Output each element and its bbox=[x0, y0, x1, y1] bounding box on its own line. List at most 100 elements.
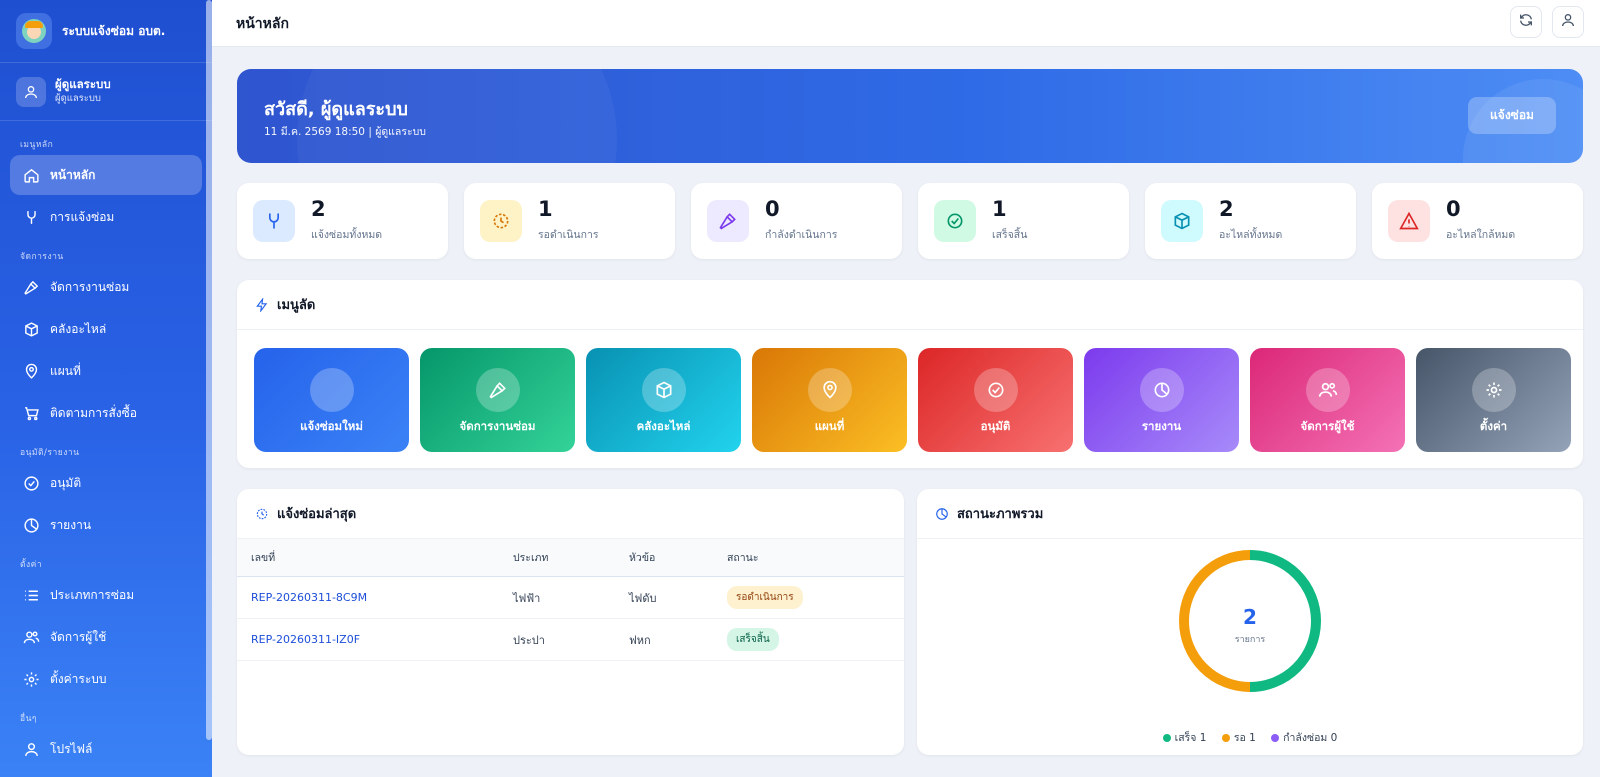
quick-tile-manage-jobs[interactable]: จัดการงานซ่อม bbox=[420, 348, 575, 452]
column-header[interactable]: สถานะ bbox=[727, 539, 758, 576]
repair-type: ไฟฟ้า bbox=[513, 591, 541, 605]
repair-topic: ฟหก bbox=[629, 633, 651, 647]
logo-icon bbox=[16, 13, 52, 49]
user-card[interactable]: ผู้ดูแลระบบ ผู้ดูแลระบบ bbox=[0, 63, 212, 121]
quick-tile-map[interactable]: แผนที่ bbox=[752, 348, 907, 452]
tile-label: จัดการงานซ่อม bbox=[459, 419, 536, 433]
column-header[interactable]: หัวข้อ bbox=[629, 539, 655, 576]
table-row[interactable]: REP-20260311-8C9M ไฟฟ้า ไฟดับ รอดำเนินกา… bbox=[237, 577, 904, 619]
recent-repairs-title: แจ้งซ่อมล่าสุด bbox=[277, 507, 357, 522]
sidebar-item-orders[interactable]: ติดตามการสั่งซื้อ bbox=[10, 393, 202, 433]
sidebar-item-approve[interactable]: อนุมัติ bbox=[10, 463, 202, 503]
quick-tile-users[interactable]: จัดการผู้ใช้ bbox=[1250, 348, 1405, 452]
warning-icon bbox=[1388, 200, 1430, 242]
repair-id-link[interactable]: REP-20260311-8C9M bbox=[251, 577, 367, 618]
refresh-button[interactable] bbox=[1510, 6, 1542, 38]
app-title: ระบบแจ้งซ่อม อบต. bbox=[62, 23, 166, 38]
list-icon bbox=[22, 586, 40, 604]
tile-label: แผนที่ bbox=[814, 419, 845, 433]
legend-label: กำลังซ่อม 0 bbox=[1283, 732, 1338, 744]
stat-value: 0 bbox=[765, 197, 780, 221]
pie-chart-icon bbox=[22, 516, 40, 534]
sidebar-item-repair-types[interactable]: ประเภทการซ่อม bbox=[10, 575, 202, 615]
wrench-icon bbox=[22, 208, 40, 226]
sidebar-scrollbar[interactable] bbox=[206, 0, 212, 740]
user-role: ผู้ดูแลระบบ bbox=[55, 93, 101, 105]
quick-tile-parts[interactable]: คลังอะไหล่ bbox=[586, 348, 741, 452]
sidebar-item-label: อนุมัติ bbox=[50, 475, 82, 490]
home-icon bbox=[22, 166, 40, 184]
recent-repairs-card: แจ้งซ่อมล่าสุด เลขที่ ประเภท หัวข้อ สถาน… bbox=[237, 489, 904, 755]
sidebar-item-reports[interactable]: รายงาน bbox=[10, 505, 202, 545]
stat-card-pending: 1 รอดำเนินการ bbox=[464, 183, 675, 259]
quick-tile-settings[interactable]: ตั้งค่า bbox=[1416, 348, 1571, 452]
tile-label: อนุมัติ bbox=[980, 419, 1011, 433]
sidebar-item-map[interactable]: แผนที่ bbox=[10, 351, 202, 391]
welcome-banner: สวัสดี, ผู้ดูแลระบบ 11 มี.ค. 2569 18:50 … bbox=[237, 69, 1583, 163]
quick-tile-reports[interactable]: รายงาน bbox=[1084, 348, 1239, 452]
clock-icon bbox=[254, 506, 270, 522]
stat-label: แจ้งซ่อมทั้งหมด bbox=[311, 229, 383, 241]
hammer-icon bbox=[22, 278, 40, 296]
repair-id-link[interactable]: REP-20260311-IZ0F bbox=[251, 619, 360, 660]
refresh-icon bbox=[1518, 12, 1534, 32]
user-name: ผู้ดูแลระบบ bbox=[55, 76, 111, 91]
users-icon bbox=[22, 628, 40, 646]
sidebar-item-users[interactable]: จัดการผู้ใช้ bbox=[10, 617, 202, 657]
user-icon bbox=[1560, 12, 1576, 32]
stat-label: อะไหล่ใกล้หมด bbox=[1446, 229, 1516, 241]
sidebar-item-parts[interactable]: คลังอะไหล่ bbox=[10, 309, 202, 349]
quick-tile-new-repair[interactable]: แจ้งซ่อมใหม่ bbox=[254, 348, 409, 452]
pie-chart-icon bbox=[1140, 368, 1184, 412]
donut-slice-0 bbox=[1249, 550, 1321, 692]
plus-icon bbox=[310, 368, 354, 412]
stat-value: 1 bbox=[538, 197, 553, 221]
stat-label: กำลังดำเนินการ bbox=[765, 229, 838, 241]
table-row[interactable]: REP-20260311-IZ0F ประปา ฟหก เสร็จสิ้น bbox=[237, 619, 904, 661]
sidebar-item-label: รายงาน bbox=[50, 517, 92, 532]
box-icon bbox=[642, 368, 686, 412]
stat-card-total-repairs: 2 แจ้งซ่อมทั้งหมด bbox=[237, 183, 448, 259]
sidebar-item-manage-jobs[interactable]: จัดการงานซ่อม bbox=[10, 267, 202, 307]
brand[interactable]: ระบบแจ้งซ่อม อบต. bbox=[0, 0, 212, 63]
status-overview-card: สถานะภาพรวม 2 รายการ เสร็จ 1 รอ 1 กำลังซ… bbox=[917, 489, 1583, 755]
sidebar-item-label: โปรไฟล์ bbox=[50, 741, 93, 756]
map-pin-icon bbox=[808, 368, 852, 412]
sidebar-item-repair-request[interactable]: การแจ้งซ่อม bbox=[10, 197, 202, 237]
users-icon bbox=[1306, 368, 1350, 412]
stat-card-in-progress: 0 กำลังดำเนินการ bbox=[691, 183, 902, 259]
sidebar-item-home[interactable]: หน้าหลัก bbox=[10, 155, 202, 195]
sidebar-item-profile[interactable]: โปรไฟล์ bbox=[10, 729, 202, 769]
recent-repairs-header: แจ้งซ่อมล่าสุด bbox=[237, 489, 904, 539]
repair-topic: ไฟดับ bbox=[629, 591, 657, 605]
gear-icon bbox=[22, 670, 40, 688]
repair-type: ประปา bbox=[513, 633, 545, 647]
column-header[interactable]: ประเภท bbox=[513, 539, 548, 576]
section-label-jobs: จัดการงาน bbox=[20, 252, 64, 262]
stat-label: อะไหล่ทั้งหมด bbox=[1219, 229, 1283, 241]
sidebar-item-label: จัดการผู้ใช้ bbox=[50, 629, 107, 644]
status-donut-chart: 2 รายการ bbox=[1179, 550, 1321, 692]
sidebar-item-label: แผนที่ bbox=[50, 363, 81, 378]
sidebar-item-system-settings[interactable]: ตั้งค่าระบบ bbox=[10, 659, 202, 699]
column-header[interactable]: เลขที่ bbox=[251, 539, 275, 576]
hammer-icon bbox=[476, 368, 520, 412]
greeting: สวัสดี, ผู้ดูแลระบบ bbox=[264, 99, 408, 120]
status-badge: เสร็จสิ้น bbox=[727, 628, 779, 651]
hammer-icon bbox=[707, 200, 749, 242]
check-circle-icon bbox=[934, 200, 976, 242]
donut-total-label: รายการ bbox=[1235, 635, 1266, 645]
pie-chart-icon bbox=[934, 506, 950, 522]
legend-label: รอ 1 bbox=[1233, 732, 1256, 744]
quick-menu-title: เมนูลัด bbox=[277, 298, 316, 313]
table-header: เลขที่ ประเภท หัวข้อ สถานะ bbox=[237, 539, 904, 577]
greeting-subtitle: 11 มี.ค. 2569 18:50 | ผู้ดูแลระบบ bbox=[264, 126, 426, 138]
user-icon bbox=[16, 76, 46, 107]
profile-button[interactable] bbox=[1552, 6, 1584, 38]
status-overview-header: สถานะภาพรวม bbox=[917, 489, 1583, 539]
topbar: หน้าหลัก bbox=[212, 0, 1600, 47]
quick-tile-approve[interactable]: อนุมัติ bbox=[918, 348, 1073, 452]
section-label-settings: ตั้งค่า bbox=[20, 560, 43, 570]
donut-slice-1 bbox=[1179, 550, 1251, 692]
new-repair-button[interactable]: แจ้งซ่อม bbox=[1468, 97, 1556, 134]
